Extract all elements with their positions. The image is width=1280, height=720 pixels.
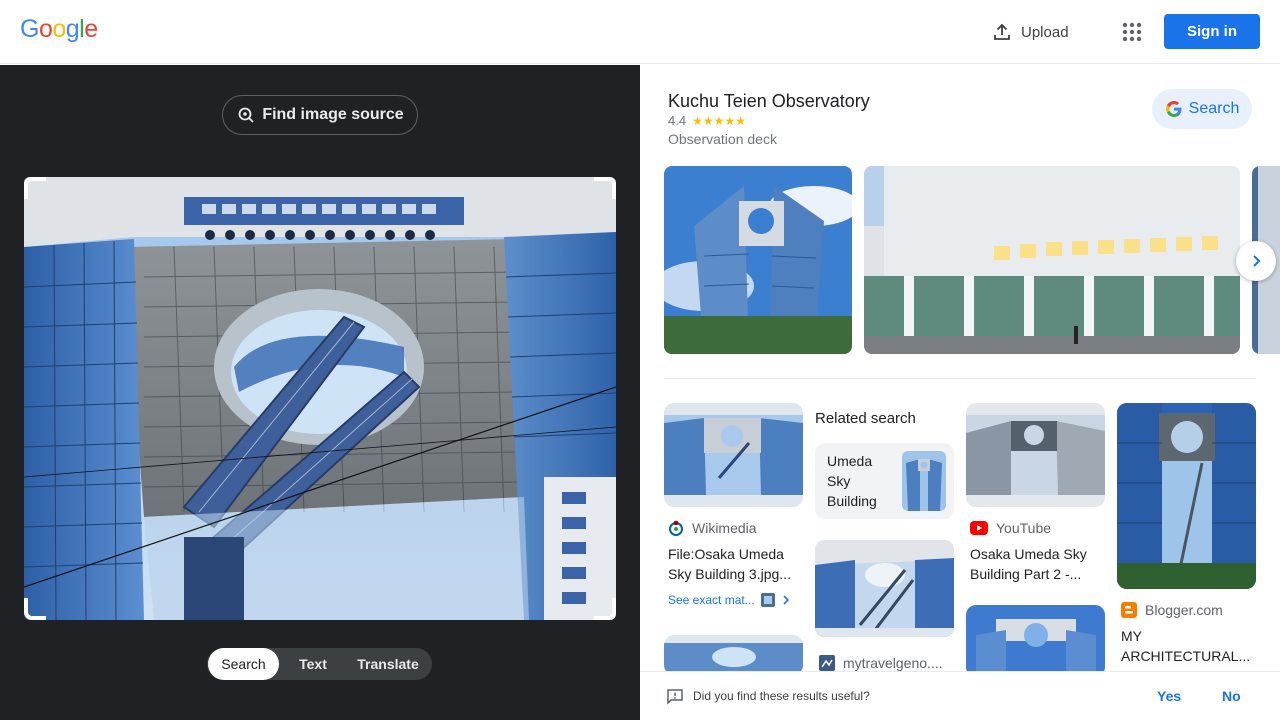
result-source[interactable]: YouTube [970, 520, 1051, 536]
results-panel: Kuchu Teien Observatory 4.4 ★★★★★ Observ… [640, 65, 1280, 720]
feedback-bar: Did you find these results useful? Yes N… [640, 671, 1280, 720]
google-search-label: Search [1188, 100, 1240, 117]
result-title[interactable]: MY ARCHITECTURAL... [1121, 626, 1253, 666]
result-source-name: Wikimedia [692, 520, 757, 536]
mode-switcher: Search Text Translate [207, 648, 432, 680]
chevron-right-icon [1253, 255, 1261, 267]
crop-handle-bottom-left[interactable] [24, 598, 46, 620]
tab-translate[interactable]: Translate [347, 648, 429, 680]
see-exact-matches-link[interactable]: See exact mat... [668, 593, 791, 607]
result-image[interactable] [664, 635, 803, 675]
result-title[interactable]: File:Osaka Umeda Sky Building 3.jpg... [668, 544, 800, 584]
result-image[interactable] [815, 540, 954, 637]
result-source-name: mytravelgeno.... [843, 655, 943, 671]
gallery-image[interactable] [664, 166, 852, 354]
uploaded-image[interactable] [24, 177, 616, 620]
apps-grid-icon[interactable] [1120, 20, 1144, 44]
logo-letter: g [65, 15, 80, 43]
result-source-name: YouTube [996, 520, 1052, 536]
youtube-icon [970, 521, 988, 535]
result-image[interactable] [664, 403, 803, 507]
find-image-source-button[interactable]: Find image source [222, 95, 418, 135]
related-search-label: Umeda Sky Building [827, 453, 877, 509]
related-search-heading: Related search [815, 410, 916, 427]
result-source[interactable]: Wikimedia [668, 520, 757, 536]
tab-search[interactable]: Search [208, 648, 279, 680]
gallery-image[interactable] [864, 166, 1240, 354]
lens-search-icon [238, 107, 254, 123]
google-g-icon [1165, 101, 1182, 117]
upload-button[interactable]: Upload [992, 20, 1069, 44]
related-search-thumbnail [902, 451, 946, 511]
rating-stars-icon: ★★★★★ [692, 113, 746, 128]
related-search-chip[interactable]: Umeda Sky Building [815, 443, 954, 519]
top-bar: Google Upload Sign in [0, 0, 1280, 64]
crop-handle-bottom-right[interactable] [594, 598, 616, 620]
upload-icon [994, 23, 1010, 40]
feedback-yes-button[interactable]: Yes [1157, 688, 1181, 704]
thumbnail-icon [760, 593, 775, 607]
find-image-source-label: Find image source [262, 106, 404, 123]
chevron-right-icon [783, 595, 789, 605]
feedback-no-button[interactable]: No [1222, 688, 1241, 704]
result-source[interactable]: Blogger.com [1121, 602, 1223, 618]
feedback-icon [667, 689, 683, 705]
rating-value: 4.4 [668, 113, 687, 128]
google-search-button[interactable]: Search [1152, 89, 1252, 129]
result-image[interactable] [966, 605, 1105, 677]
blogger-icon [1121, 602, 1137, 618]
see-exact-label: See exact mat... [668, 593, 755, 607]
entity-type: Observation deck [668, 131, 777, 147]
divider [664, 378, 1256, 379]
result-title[interactable]: Osaka Umeda Sky Building Part 2 -... [970, 544, 1102, 584]
entity-title[interactable]: Kuchu Teien Observatory [668, 91, 870, 112]
site-favicon-icon [819, 655, 835, 671]
result-source-name: Blogger.com [1145, 602, 1223, 618]
logo-letter: o [38, 15, 53, 43]
feedback-question: Did you find these results useful? [693, 689, 870, 703]
gallery-next-button[interactable] [1236, 241, 1276, 281]
crop-handle-top-left[interactable] [24, 177, 46, 199]
crop-handle-top-right[interactable] [594, 177, 616, 199]
logo-letter: e [84, 15, 98, 43]
result-image[interactable] [1117, 403, 1256, 589]
google-logo[interactable]: Google [20, 15, 98, 44]
tab-text[interactable]: Text [279, 648, 347, 680]
result-image[interactable] [966, 403, 1105, 507]
wikimedia-icon [669, 520, 683, 536]
upload-label: Upload [1021, 23, 1069, 41]
result-source[interactable]: mytravelgeno.... [819, 655, 943, 671]
sign-in-button[interactable]: Sign in [1164, 14, 1260, 49]
entity-rating: 4.4 ★★★★★ [668, 113, 746, 128]
logo-letter: o [52, 15, 66, 43]
lens-image-panel: Find image source Search Text Translate [0, 65, 640, 720]
logo-letter: G [20, 15, 39, 43]
